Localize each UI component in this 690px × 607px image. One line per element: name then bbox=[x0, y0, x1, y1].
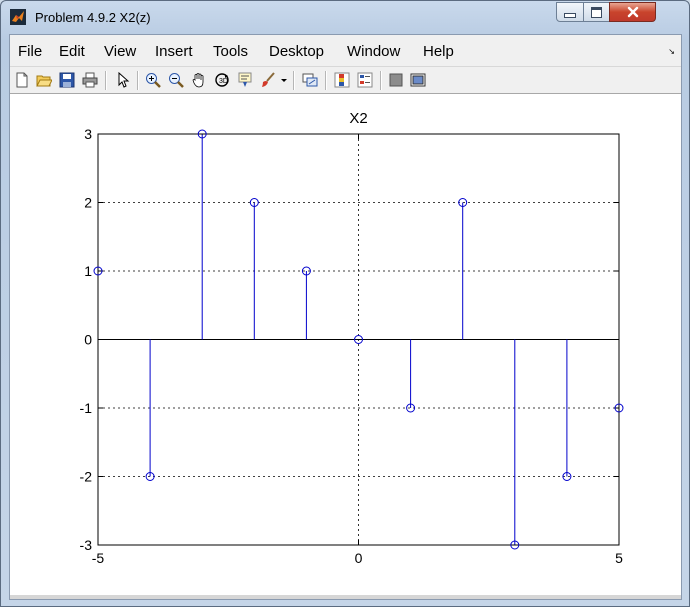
menu-view[interactable]: View bbox=[104, 43, 136, 60]
y-tick-label: -3 bbox=[80, 537, 93, 553]
menu-desktop[interactable]: Desktop bbox=[269, 43, 324, 60]
colorbar-icon[interactable] bbox=[334, 72, 350, 88]
figure-bottom-strip bbox=[10, 595, 681, 599]
x-tick-label: 5 bbox=[615, 550, 623, 566]
close-icon bbox=[627, 6, 638, 18]
link-plot-icon[interactable] bbox=[302, 72, 318, 88]
toolbar-separator bbox=[325, 71, 327, 90]
minimize-icon bbox=[564, 12, 576, 18]
figure-toolbar: 3D bbox=[10, 66, 681, 94]
title-bar[interactable]: Problem 4.9.2 X2(z) bbox=[1, 1, 689, 33]
legend-icon[interactable] bbox=[357, 72, 373, 88]
zoom-out-icon[interactable] bbox=[168, 72, 184, 88]
brush-icon[interactable] bbox=[260, 72, 276, 88]
y-tick-label: 0 bbox=[84, 332, 92, 348]
window-title: Problem 4.9.2 X2(z) bbox=[35, 10, 151, 25]
menu-bar: File Edit View Insert Tools Desktop Wind… bbox=[10, 35, 681, 66]
open-file-icon[interactable] bbox=[36, 72, 52, 88]
maximize-button[interactable] bbox=[583, 2, 610, 22]
y-tick-label: 3 bbox=[84, 126, 92, 142]
brush-dropdown-icon[interactable] bbox=[280, 72, 288, 88]
zoom-in-icon[interactable] bbox=[145, 72, 161, 88]
show-plot-tools-icon[interactable] bbox=[410, 72, 426, 88]
chart-title: X2 bbox=[349, 110, 367, 127]
svg-text:3D: 3D bbox=[219, 78, 228, 85]
menu-insert[interactable]: Insert bbox=[155, 43, 193, 60]
figure-client-area: File Edit View Insert Tools Desktop Wind… bbox=[9, 34, 682, 600]
pan-hand-icon[interactable] bbox=[191, 72, 207, 88]
toolbar-separator bbox=[105, 71, 107, 90]
new-figure-icon[interactable] bbox=[14, 72, 30, 88]
y-tick-label: -1 bbox=[80, 400, 93, 416]
rotate-3d-icon[interactable]: 3D bbox=[214, 72, 230, 88]
maximize-icon bbox=[591, 6, 602, 18]
print-icon[interactable] bbox=[82, 72, 98, 88]
stem-plot[interactable]: -3 -2 -1 0 1 2 3 -5 0 5 X2 bbox=[10, 94, 681, 599]
menu-window[interactable]: Window bbox=[347, 43, 400, 60]
minimize-button[interactable] bbox=[556, 2, 584, 22]
menu-file[interactable]: File bbox=[18, 43, 42, 60]
dock-arrow-icon[interactable]: ↘ bbox=[668, 47, 675, 56]
x-tick-label: -5 bbox=[92, 550, 105, 566]
toolbar-separator bbox=[380, 71, 382, 90]
menu-edit[interactable]: Edit bbox=[59, 43, 85, 60]
toolbar-separator bbox=[293, 71, 295, 90]
x-tick-label: 0 bbox=[355, 550, 363, 566]
hide-plot-tools-icon[interactable] bbox=[388, 72, 404, 88]
y-tick-label: 2 bbox=[84, 195, 92, 211]
menu-help[interactable]: Help bbox=[423, 43, 454, 60]
matlab-logo-icon bbox=[10, 9, 26, 25]
menu-tools[interactable]: Tools bbox=[213, 43, 248, 60]
y-tick-label: -2 bbox=[80, 469, 93, 485]
toolbar-separator bbox=[137, 71, 139, 90]
data-cursor-icon[interactable] bbox=[237, 72, 253, 88]
pointer-icon[interactable] bbox=[115, 72, 131, 88]
save-icon[interactable] bbox=[59, 72, 75, 88]
y-tick-label: 1 bbox=[84, 263, 92, 279]
figure-window: Problem 4.9.2 X2(z) File Edit View Inser… bbox=[0, 0, 690, 607]
close-button[interactable] bbox=[609, 2, 656, 22]
figure-canvas: -3 -2 -1 0 1 2 3 -5 0 5 X2 bbox=[10, 94, 681, 599]
